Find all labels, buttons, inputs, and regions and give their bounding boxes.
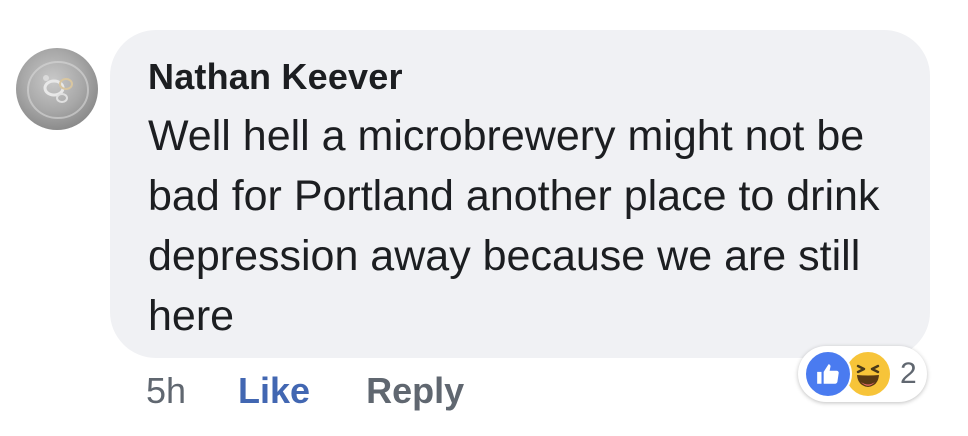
avatar[interactable] bbox=[16, 48, 98, 130]
avatar-image bbox=[27, 61, 89, 119]
comment-text: Well hell a microbrewery might not be ba… bbox=[148, 112, 880, 340]
comment-author[interactable]: Nathan Keever bbox=[148, 56, 403, 98]
reaction-count: 2 bbox=[900, 357, 917, 390]
reply-button[interactable]: Reply bbox=[366, 370, 464, 412]
reaction-summary[interactable]: 2 bbox=[798, 346, 927, 402]
comment-container: Nathan Keever Well hell a microbrewery m… bbox=[0, 0, 968, 436]
comment-actions: 5h Like Reply bbox=[146, 366, 464, 416]
comment-timestamp[interactable]: 5h bbox=[146, 370, 186, 412]
like-button[interactable]: Like bbox=[238, 370, 310, 412]
like-icon bbox=[804, 350, 852, 398]
comment-bubble: Nathan Keever Well hell a microbrewery m… bbox=[110, 30, 930, 358]
